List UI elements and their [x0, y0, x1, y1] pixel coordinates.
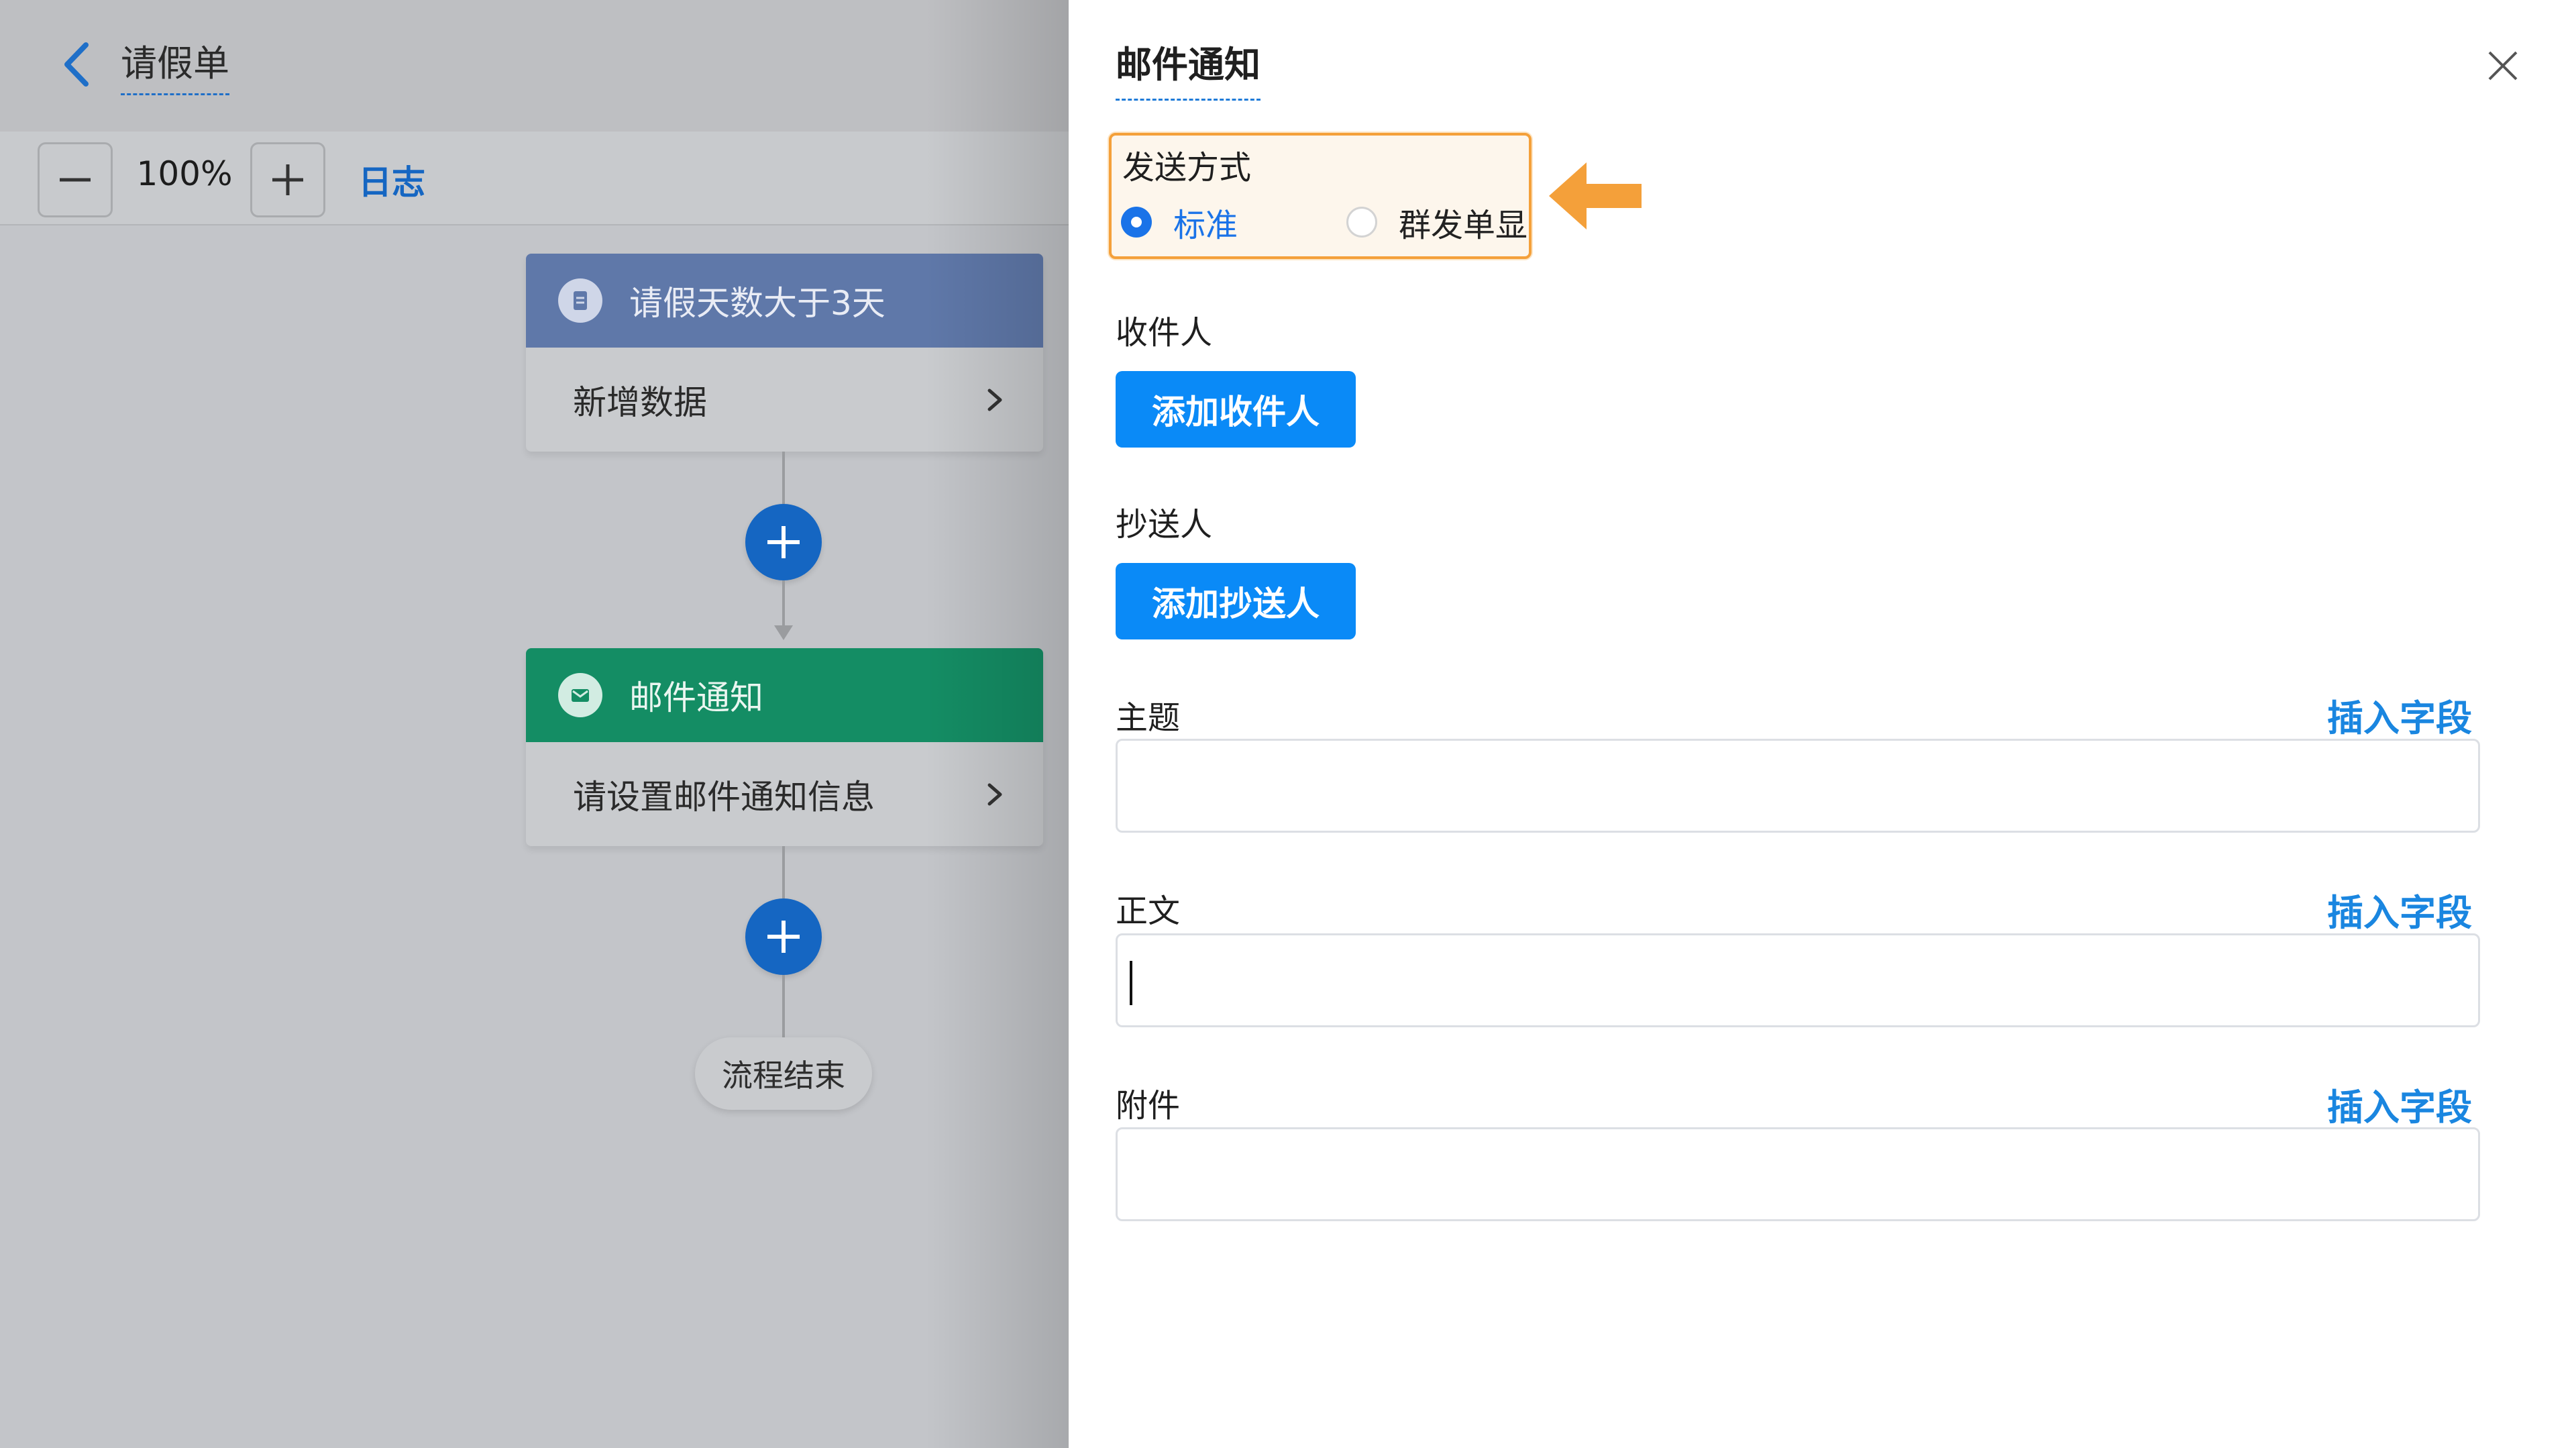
document-icon	[558, 278, 602, 323]
insert-field-link[interactable]: 插入字段	[2327, 1078, 2472, 1131]
add-recipient-button[interactable]: 添加收件人	[1116, 371, 1356, 448]
radio-unchecked-icon	[1346, 207, 1377, 238]
connector-line	[782, 975, 785, 1037]
node-body-label: 新增数据	[573, 382, 707, 422]
zoom-in-button[interactable]	[250, 142, 325, 217]
close-icon	[2488, 51, 2518, 81]
body-input[interactable]	[1116, 933, 2480, 1027]
radio-label: 标准	[1173, 207, 1238, 244]
send-mode-label: 发送方式	[1122, 149, 1252, 187]
drawer-shadow	[926, 0, 1069, 1448]
settings-drawer: 邮件通知 发送方式 标准 群发单显 收件人 添加收件人 抄送人 添加抄送人 主题…	[1069, 0, 2576, 1448]
back-button[interactable]	[56, 38, 97, 91]
radio-checked-icon	[1121, 207, 1152, 238]
log-link[interactable]: 日志	[358, 156, 425, 204]
plus-icon	[272, 164, 303, 195]
recipients-label: 收件人	[1116, 314, 1213, 352]
page-title[interactable]: 请假单	[121, 34, 229, 95]
zoom-level: 100%	[136, 154, 233, 193]
connector-line	[782, 846, 785, 898]
add-node-button[interactable]	[745, 504, 822, 580]
minus-icon	[60, 178, 91, 182]
process-end: 流程结束	[695, 1037, 872, 1110]
mail-icon	[558, 673, 602, 717]
zoom-toolbar: 100% 日志	[0, 132, 1069, 225]
plus-icon	[767, 921, 800, 953]
radio-label: 群发单显	[1399, 207, 1528, 244]
cc-label: 抄送人	[1116, 506, 1213, 544]
header-bar: 请假单	[0, 0, 1069, 132]
insert-field-link[interactable]: 插入字段	[2327, 688, 2472, 741]
attachment-label: 附件	[1116, 1087, 1181, 1125]
subject-input[interactable]	[1116, 739, 2480, 833]
radio-bulk-individual[interactable]: 群发单显	[1346, 199, 1527, 246]
node-body-label: 请设置邮件通知信息	[573, 777, 875, 817]
arrow-down-icon	[774, 625, 793, 640]
drawer-title[interactable]: 邮件通知	[1116, 35, 1260, 101]
zoom-out-button[interactable]	[38, 142, 113, 217]
add-node-button[interactable]	[745, 898, 822, 975]
workflow-canvas: 请假单 100% 日志 请假天数大于3天 新增数据 邮件通知 请设置邮件通知信息…	[0, 0, 1069, 1448]
send-mode-group: 发送方式 标准 群发单显	[1109, 133, 1532, 259]
node-title: 邮件通知	[629, 678, 763, 717]
text-caret	[1130, 961, 1132, 1005]
attachment-input[interactable]	[1116, 1127, 2480, 1221]
body-label: 正文	[1116, 892, 1181, 930]
chevron-left-icon	[64, 42, 89, 87]
subject-label: 主题	[1116, 699, 1181, 737]
radio-standard[interactable]: 标准	[1121, 199, 1238, 246]
close-button[interactable]	[2481, 44, 2524, 87]
arrow-left-icon	[1549, 162, 1642, 229]
insert-field-link[interactable]: 插入字段	[2327, 883, 2472, 936]
add-cc-button[interactable]: 添加抄送人	[1116, 563, 1356, 639]
node-title: 请假天数大于3天	[629, 284, 885, 323]
connector-line	[782, 452, 785, 504]
plus-icon	[767, 526, 800, 558]
connector-line	[782, 580, 785, 627]
